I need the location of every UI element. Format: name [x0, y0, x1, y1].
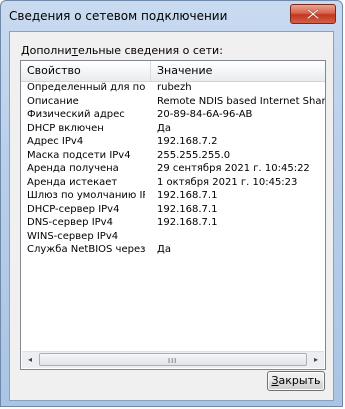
property-cell: Аренда получена: [27, 163, 119, 174]
table-row[interactable]: Адрес IPv4 192.168.7.2: [21, 135, 325, 149]
property-cell: DHCP-сервер IPv4: [27, 203, 120, 215]
details-list-view[interactable]: Свойство Значение Определенный для по...…: [20, 60, 326, 370]
table-row[interactable]: Физический адрес 20-89-84-6A-96-AB: [21, 108, 325, 122]
value-cell: 192.168.7.1: [157, 217, 218, 228]
column-header-property[interactable]: Свойство: [21, 61, 151, 81]
horizontal-scrollbar[interactable]: ◂ III ▸: [22, 351, 324, 368]
table-row[interactable]: DHCP включен Да: [21, 122, 325, 136]
property-cell: Маска подсети IPv4: [27, 149, 131, 161]
scroll-right-arrow-icon[interactable]: ▸: [308, 352, 324, 368]
value-cell: Да: [157, 122, 171, 134]
details-group: Свойство Значение Определенный для по...…: [20, 60, 326, 390]
value-cell: 192.168.7.1: [157, 190, 218, 201]
close-icon: [307, 9, 319, 19]
property-cell: Физический адрес: [27, 109, 125, 120]
value-cell: 1 октября 2021 г. 10:45:23: [157, 176, 298, 188]
property-cell: Служба NetBIOS через...: [27, 244, 145, 255]
table-row[interactable]: WINS-сервер IPv4: [21, 230, 325, 244]
table-row[interactable]: DHCP-сервер IPv4 192.168.7.1: [21, 203, 325, 217]
table-row[interactable]: Определенный для по... rubezh: [21, 81, 325, 95]
close-button[interactable]: Закрыть: [267, 371, 325, 391]
value-cell: 20-89-84-6A-96-AB: [157, 109, 253, 120]
details-label: Дополнительные сведения о сети:: [21, 44, 223, 57]
dialog-window: Сведения о сетевом подключении Дополните…: [0, 0, 343, 407]
window-close-button[interactable]: [290, 4, 336, 24]
column-header-value[interactable]: Значение: [151, 61, 325, 81]
title-bar[interactable]: Сведения о сетевом подключении: [1, 1, 342, 31]
table-row[interactable]: Аренда получена 29 сентября 2021 г. 10:45…: [21, 162, 325, 176]
table-row[interactable]: Маска подсети IPv4 255.255.255.0: [21, 149, 325, 163]
window-title: Сведения о сетевом подключении: [9, 9, 228, 23]
value-cell: 255.255.255.0: [157, 149, 231, 161]
value-cell: rubezh: [157, 82, 192, 93]
property-cell: DNS-сервер IPv4: [27, 217, 113, 228]
value-cell: Remote NDIS based Internet Sharing Dev: [157, 95, 326, 107]
list-header: Свойство Значение: [21, 61, 325, 82]
property-cell: DHCP включен: [27, 122, 104, 134]
value-cell: Да: [157, 244, 171, 255]
value-cell: 192.168.7.1: [157, 203, 218, 215]
property-cell: Описание: [27, 95, 79, 107]
property-cell: Адрес IPv4: [27, 136, 84, 147]
scroll-grip-icon: III: [168, 357, 178, 365]
scroll-thumb[interactable]: III: [39, 353, 307, 366]
value-cell: 29 сентября 2021 г. 10:45:22: [157, 163, 310, 174]
table-row[interactable]: Аренда истекает 1 октября 2021 г. 10:45:2…: [21, 176, 325, 190]
table-row[interactable]: Служба NetBIOS через... Да: [21, 243, 325, 257]
property-cell: Аренда истекает: [27, 176, 118, 188]
property-cell: Шлюз по умолчанию IP...: [27, 190, 145, 201]
property-cell: Определенный для по...: [27, 82, 145, 93]
value-cell: 192.168.7.2: [157, 136, 218, 147]
property-cell: WINS-сервер IPv4: [27, 230, 119, 242]
table-row[interactable]: Описание Remote NDIS based Internet Shari…: [21, 95, 326, 109]
table-row[interactable]: Шлюз по умолчанию IP... 192.168.7.1: [21, 189, 325, 203]
scroll-left-arrow-icon[interactable]: ◂: [22, 352, 38, 368]
dialog-client-area: Дополнительные сведения о сети: Свойство…: [9, 31, 334, 401]
list-rows: Определенный для по... rubezh Описание Remo…: [21, 81, 326, 257]
table-row[interactable]: DNS-сервер IPv4 192.168.7.1: [21, 216, 325, 230]
